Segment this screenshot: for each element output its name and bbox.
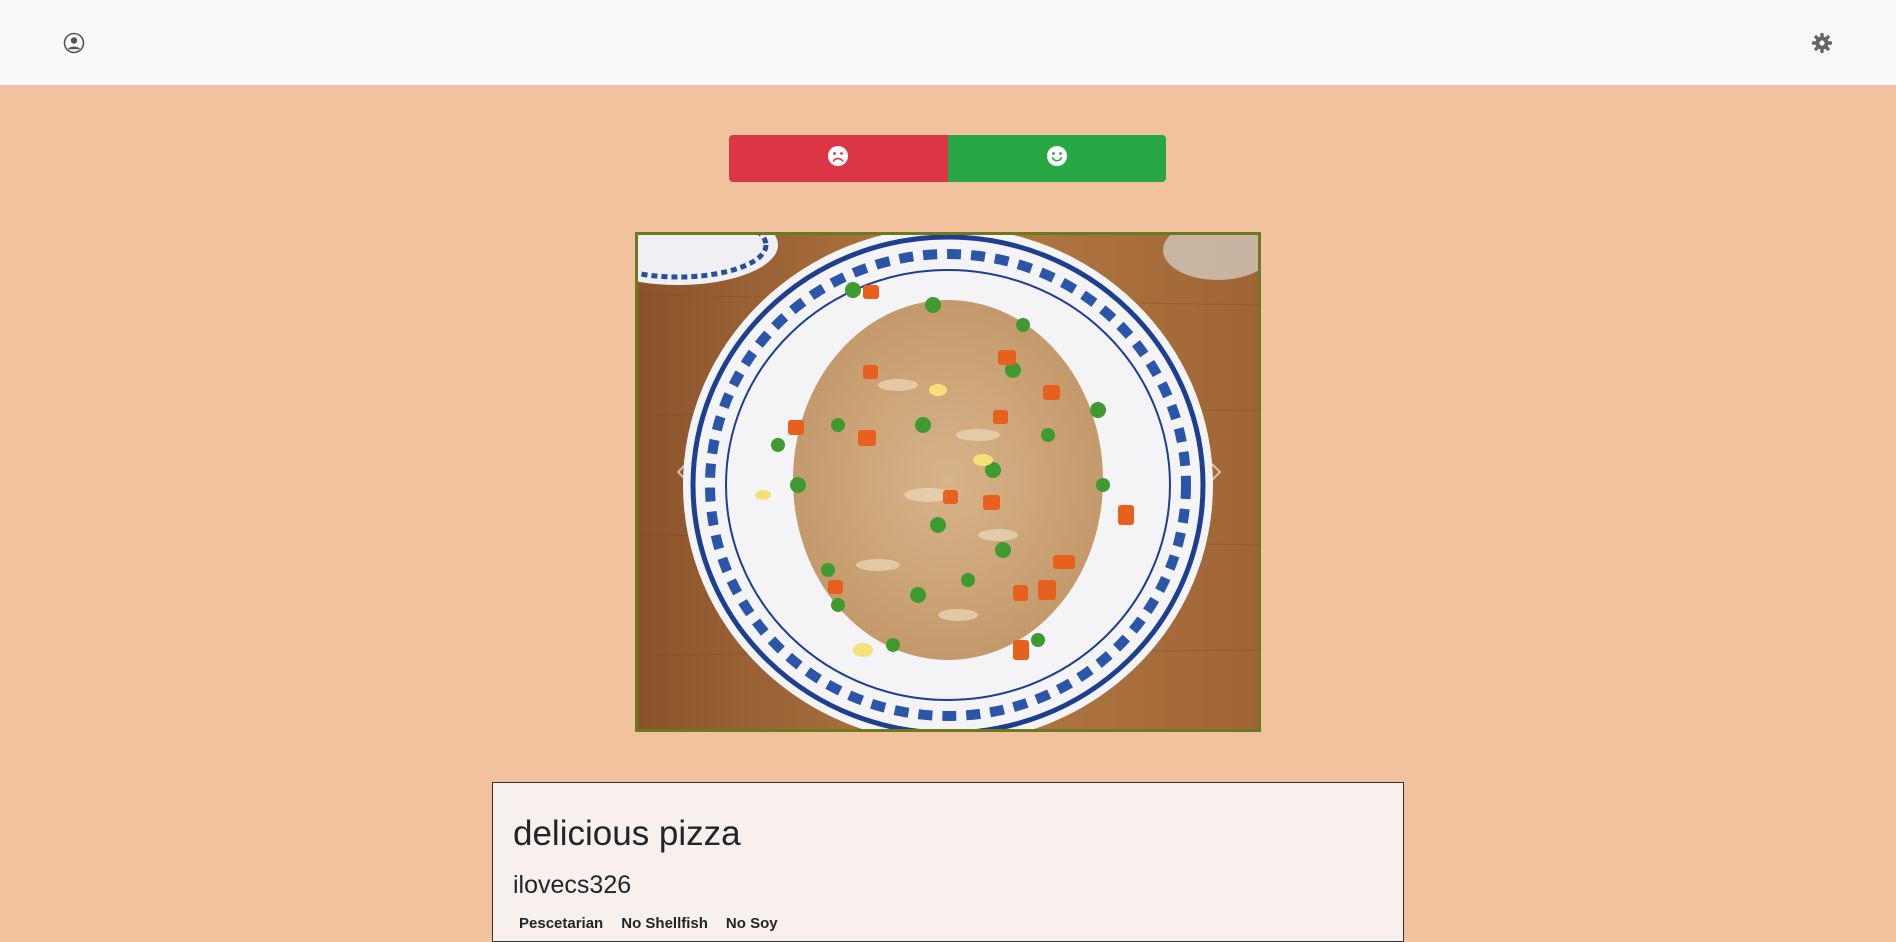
like-button[interactable] (947, 135, 1166, 182)
diet-tag: No Soy (725, 915, 778, 932)
diet-tag: Pescetarian (519, 915, 604, 932)
recipe-photo-carousel (635, 232, 1261, 732)
recipe-author: ilovecs326 (513, 870, 632, 899)
chevron-right-icon[interactable] (1208, 460, 1224, 484)
smile-icon (1046, 145, 1068, 172)
top-navbar (0, 0, 1896, 85)
frown-icon (827, 145, 849, 172)
chevron-left-icon[interactable] (674, 460, 690, 484)
diet-tag: No Shellfish (621, 915, 708, 932)
gear-icon[interactable] (1810, 31, 1834, 55)
fried-rice-photo (638, 235, 1258, 729)
recipe-card: delicious pizza ilovecs326 Pescetarian N… (492, 782, 1404, 942)
vote-button-group (729, 135, 1166, 182)
diet-tags: Pescetarian No Shellfish No Soy (513, 915, 1383, 932)
user-circle-icon[interactable] (62, 31, 86, 55)
recipe-title: delicious pizza (513, 814, 741, 853)
dislike-button[interactable] (729, 135, 948, 182)
